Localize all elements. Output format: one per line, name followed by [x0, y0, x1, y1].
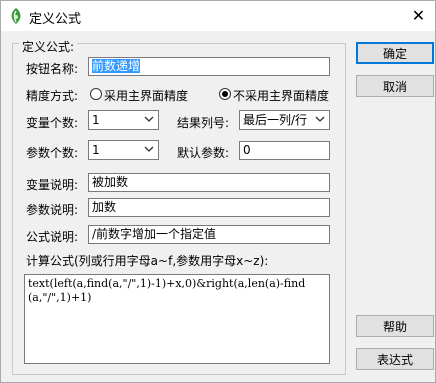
- calc-formula-textarea[interactable]: text(left(a,find(a,"/",1)-1)+x,0)&right(…: [24, 274, 330, 364]
- window-title: 定义公式: [29, 12, 82, 27]
- param-desc-input[interactable]: 加数: [88, 198, 330, 217]
- default-param-input[interactable]: 0: [239, 141, 330, 160]
- dialog-body: 定义公式: 按钮名称: 前数递增 精度方式: 采用主界面精度 不采用主界面精度 …: [1, 31, 435, 382]
- precision-option-main-label[interactable]: 采用主界面精度: [104, 87, 188, 104]
- param-desc-label: 参数说明:: [26, 203, 79, 217]
- var-count-label: 变量个数:: [26, 116, 79, 130]
- var-desc-label: 变量说明:: [26, 178, 79, 192]
- dialog-window: 定义公式 ✕ 定义公式: 按钮名称: 前数递增 精度方式: 采用主界面精度 不采…: [0, 0, 436, 383]
- app-leaf-icon: [11, 8, 21, 24]
- precision-radio-custom[interactable]: [219, 88, 231, 100]
- precision-option-custom-label[interactable]: 不采用主界面精度: [233, 87, 329, 104]
- chevron-down-icon: [144, 116, 154, 122]
- default-param-label: 默认参数:: [177, 146, 230, 160]
- button-name-label: 按钮名称:: [26, 62, 79, 76]
- var-desc-input[interactable]: 被加数: [88, 173, 330, 192]
- precision-label: 精度方式:: [26, 89, 79, 103]
- close-icon[interactable]: ✕: [402, 1, 435, 29]
- param-count-label: 参数个数:: [26, 146, 79, 160]
- var-count-select[interactable]: 1: [88, 110, 159, 130]
- ok-button[interactable]: 确定: [356, 42, 434, 64]
- result-col-select[interactable]: 最后一列/行: [239, 110, 330, 130]
- chevron-down-icon: [315, 116, 325, 122]
- chevron-down-icon: [144, 146, 154, 152]
- cancel-button[interactable]: 取消: [356, 75, 434, 97]
- formula-desc-input[interactable]: /前数字增加一个指定值: [88, 225, 330, 244]
- calc-formula-label: 计算公式(列或行用字母a~f,参数用字母x~z):: [26, 254, 269, 268]
- group-legend: 定义公式:: [19, 38, 78, 55]
- formula-desc-label: 公式说明:: [26, 230, 79, 244]
- param-count-select[interactable]: 1: [88, 140, 159, 160]
- result-col-label: 结果列号:: [177, 116, 230, 130]
- button-name-input[interactable]: 前数递增: [88, 57, 330, 76]
- precision-radio-main[interactable]: [90, 88, 102, 100]
- expression-button[interactable]: 表达式: [356, 348, 434, 370]
- help-button[interactable]: 帮助: [356, 315, 434, 337]
- title-bar: 定义公式 ✕: [1, 1, 435, 31]
